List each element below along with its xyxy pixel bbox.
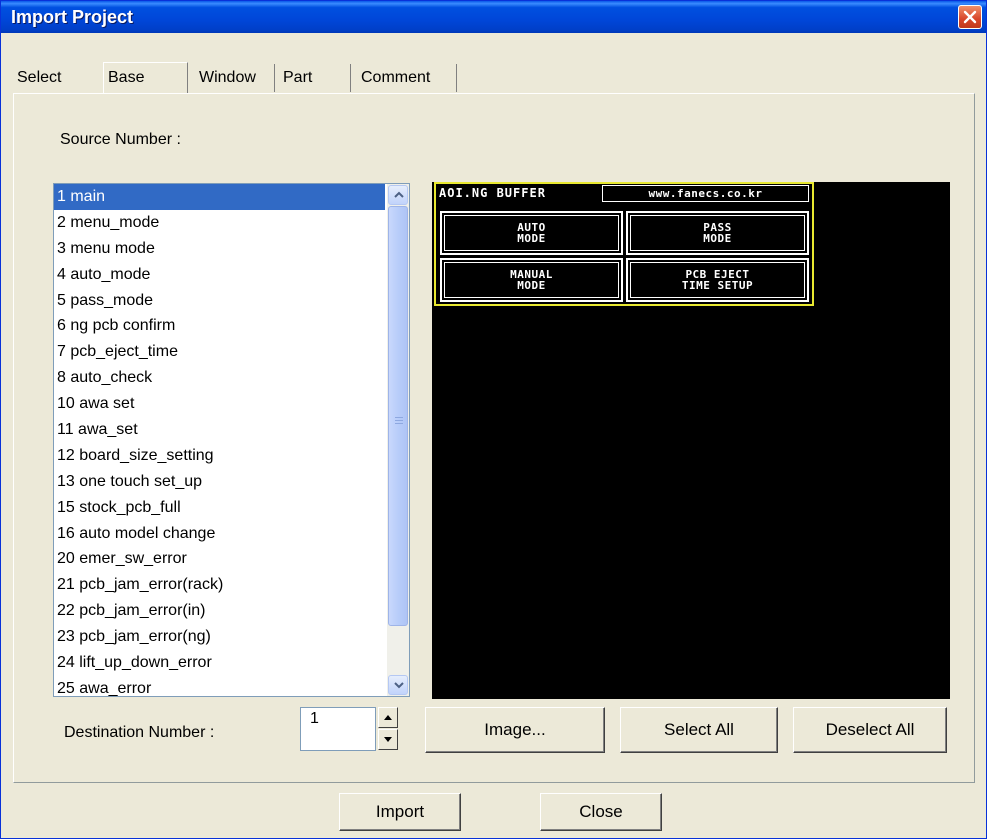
list-item[interactable]: 23 pcb_jam_error(ng) — [54, 624, 385, 650]
hmi-url: www.fanecs.co.kr — [602, 185, 809, 202]
close-button[interactable]: Close — [540, 793, 662, 831]
hmi-manual-mode-button: MANUAL MODE — [440, 258, 623, 302]
list-item[interactable]: 13 one touch set_up — [54, 469, 385, 495]
list-item[interactable]: 3 menu mode — [54, 236, 385, 262]
hmi-title: AOI.NG BUFFER — [439, 186, 546, 200]
close-window-button[interactable] — [958, 5, 982, 29]
source-number-label: Source Number : — [60, 131, 181, 148]
list-item[interactable]: 7 pcb_eject_time — [54, 339, 385, 365]
list-item[interactable]: 22 pcb_jam_error(in) — [54, 598, 385, 624]
list-item[interactable]: 15 stock_pcb_full — [54, 495, 385, 521]
tab-select[interactable]: Select — [13, 64, 108, 92]
list-item[interactable]: 5 pass_mode — [54, 288, 385, 314]
list-item[interactable]: 1 main — [54, 184, 385, 210]
import-button[interactable]: Import — [339, 793, 461, 831]
destination-number-spinner: 1 — [300, 707, 398, 751]
hmi-pass-mode-button: PASS MODE — [626, 211, 809, 255]
destination-number-label: Destination Number : — [64, 724, 215, 741]
spin-up-button[interactable] — [378, 707, 398, 728]
list-item[interactable]: 20 emer_sw_error — [54, 546, 385, 572]
scroll-thumb[interactable] — [388, 206, 408, 626]
chevron-down-icon — [394, 682, 404, 689]
list-item[interactable]: 2 menu_mode — [54, 210, 385, 236]
list-item[interactable]: 6 ng pcb confirm — [54, 313, 385, 339]
image-button[interactable]: Image... — [425, 707, 605, 753]
deselect-all-button[interactable]: Deselect All — [793, 707, 947, 753]
tab-comment[interactable]: Comment — [357, 64, 457, 92]
list-item[interactable]: 10 awa set — [54, 391, 385, 417]
list-item[interactable]: 12 board_size_setting — [54, 443, 385, 469]
screen-preview: AOI.NG BUFFER www.fanecs.co.kr AUTO MODE … — [432, 182, 950, 699]
tab-part[interactable]: Part — [279, 64, 351, 92]
triangle-up-icon — [384, 715, 392, 720]
source-number-list[interactable]: 1 main 2 menu_mode 3 menu mode 4 auto_mode 5… — [53, 183, 410, 697]
list-scrollbar[interactable] — [387, 184, 409, 696]
chevron-up-icon — [394, 191, 404, 198]
list-item[interactable]: 8 auto_check — [54, 365, 385, 391]
source-list-items: 1 main 2 menu_mode 3 menu mode 4 auto_mode 5… — [54, 184, 385, 696]
tab-window[interactable]: Window — [195, 64, 275, 92]
scroll-up-button[interactable] — [388, 185, 408, 205]
import-project-dialog: Import Project Select Base Window Part C… — [0, 0, 987, 839]
tab-base[interactable]: Base — [103, 62, 188, 93]
close-icon — [963, 10, 977, 24]
list-item[interactable]: 11 awa_set — [54, 417, 385, 443]
triangle-down-icon — [384, 737, 392, 742]
list-item[interactable]: 16 auto model change — [54, 521, 385, 547]
select-all-button[interactable]: Select All — [620, 707, 778, 753]
scroll-down-button[interactable] — [388, 675, 408, 695]
spin-down-button[interactable] — [378, 729, 398, 750]
list-item[interactable]: 24 lift_up_down_error — [54, 650, 385, 676]
hmi-pcb-eject-button: PCB EJECT TIME SETUP — [626, 258, 809, 302]
hmi-auto-mode-button: AUTO MODE — [440, 211, 623, 255]
list-item[interactable]: 25 awa_error — [54, 676, 385, 696]
grip-icon — [395, 417, 403, 426]
hmi-screen: AOI.NG BUFFER www.fanecs.co.kr AUTO MODE … — [434, 182, 814, 306]
title-bar[interactable]: Import Project — [1, 1, 986, 33]
list-item[interactable]: 21 pcb_jam_error(rack) — [54, 572, 385, 598]
destination-number-input[interactable]: 1 — [300, 707, 376, 751]
list-item[interactable]: 4 auto_mode — [54, 262, 385, 288]
window-title: Import Project — [11, 7, 134, 27]
